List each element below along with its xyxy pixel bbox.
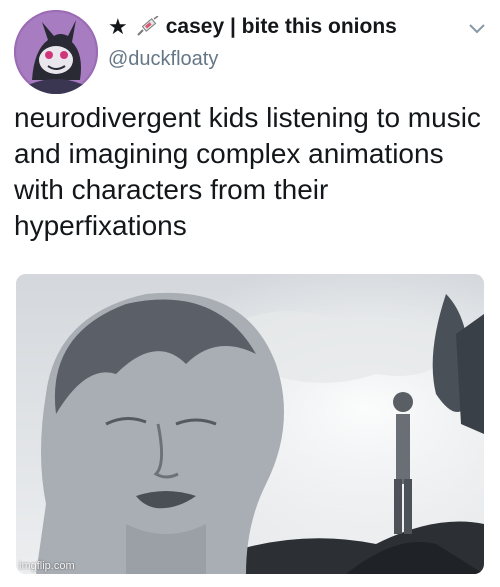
tweet-media-image[interactable]: imgflip.com <box>16 274 484 574</box>
chevron-down-icon[interactable] <box>468 22 486 34</box>
avatar[interactable] <box>14 10 98 94</box>
syringe-icon <box>134 15 160 38</box>
avatar-image <box>14 10 98 94</box>
user-handle[interactable]: @duckfloaty <box>108 48 218 71</box>
imgflip-watermark: imgflip.com <box>19 560 75 572</box>
display-name-row[interactable]: ★ casey | bite this onions <box>108 12 397 42</box>
display-name[interactable]: casey | bite this onions <box>166 15 397 39</box>
shaggy-scene-image <box>16 274 484 574</box>
tweet-text: neurodivergent kids listening to music a… <box>14 102 481 241</box>
tweet-card: ★ casey | bite this onions @duckfloaty n… <box>0 0 500 587</box>
star-icon: ★ <box>108 14 128 39</box>
tweet-header: ★ casey | bite this onions @duckfloaty <box>108 10 500 80</box>
